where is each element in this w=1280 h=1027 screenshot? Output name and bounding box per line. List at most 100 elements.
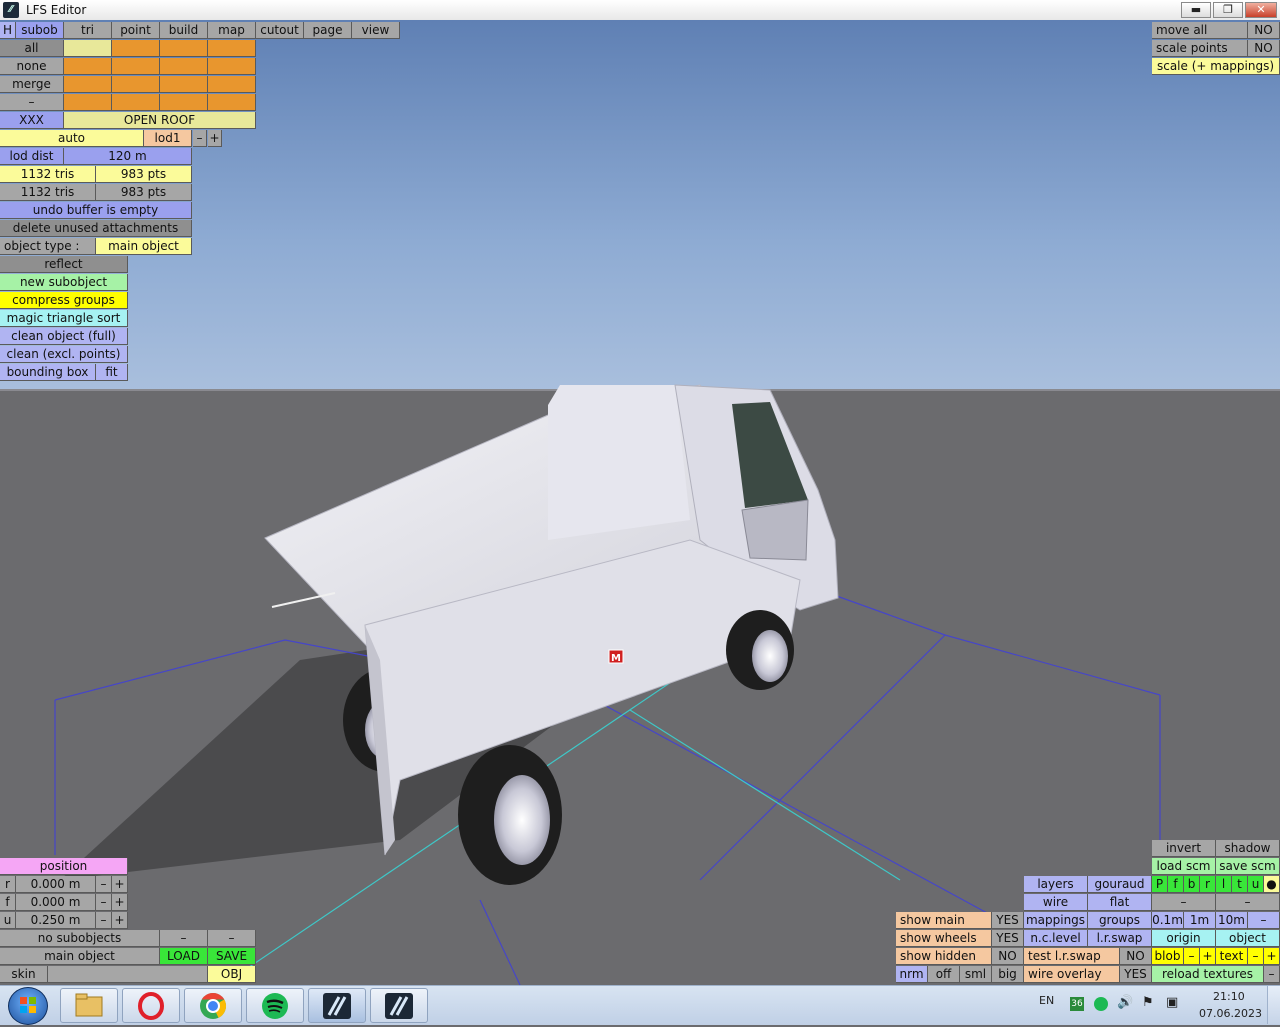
dash-button-2[interactable]: – [1216, 894, 1280, 911]
filter-cell[interactable] [160, 58, 208, 75]
show-hidden-value[interactable]: NO [992, 948, 1024, 965]
subobject-minus-button[interactable]: – [160, 930, 208, 947]
clock-date[interactable]: 07.06.2023 [1199, 1007, 1262, 1020]
position-u-minus[interactable]: – [96, 912, 112, 929]
clean-excl-points-button[interactable]: clean (excl. points) [0, 346, 128, 363]
undo-buffer-status[interactable]: undo buffer is empty [0, 202, 192, 219]
big-button[interactable]: big [992, 966, 1024, 983]
scale-points-label[interactable]: scale points [1152, 40, 1248, 57]
wire-overlay-value[interactable]: YES [1120, 966, 1152, 983]
close-button[interactable]: ✕ [1245, 2, 1277, 18]
taskbar-opera[interactable] [122, 988, 180, 1023]
filter-merge[interactable]: merge [0, 76, 64, 93]
3d-viewport[interactable]: M [0, 20, 1280, 985]
nc-level-button[interactable]: n.c.level [1024, 930, 1088, 947]
position-r-plus[interactable]: + [112, 876, 128, 893]
compress-groups-button[interactable]: compress groups [0, 292, 128, 309]
fit-button[interactable]: fit [96, 364, 128, 381]
clock-time[interactable]: 21:10 [1213, 990, 1245, 1003]
move-all-label[interactable]: move all [1152, 22, 1248, 39]
channel-p[interactable]: P [1152, 876, 1168, 893]
filter-cell[interactable] [64, 58, 112, 75]
filter-cell[interactable] [208, 94, 256, 111]
taskbar-lfs-editor[interactable] [370, 988, 428, 1023]
lod-auto-button[interactable]: auto [0, 130, 144, 147]
channel-f[interactable]: f [1168, 876, 1184, 893]
wire-button[interactable]: wire [1024, 894, 1088, 911]
restore-button[interactable]: ❐ [1213, 2, 1243, 18]
nrm-button[interactable]: nrm [896, 966, 928, 983]
load-scm-button[interactable]: load scm [1152, 858, 1216, 875]
object-type-value[interactable]: main object [96, 238, 192, 255]
filter-all[interactable]: all [0, 40, 64, 57]
text-plus-button[interactable]: + [1264, 948, 1280, 965]
skin-field[interactable] [48, 966, 208, 983]
filter-dash[interactable]: – [0, 94, 64, 111]
filter-cell[interactable] [160, 76, 208, 93]
position-f-plus[interactable]: + [112, 894, 128, 911]
reflect-button[interactable]: reflect [0, 256, 128, 273]
groups-button[interactable]: groups [1088, 912, 1152, 929]
language-indicator[interactable]: EN [1039, 994, 1054, 1007]
channel-b[interactable]: b [1184, 876, 1200, 893]
filter-cell[interactable] [160, 94, 208, 111]
channel-t[interactable]: t [1232, 876, 1248, 893]
shadow-button[interactable]: shadow [1216, 840, 1280, 857]
lod-dist-value[interactable]: 120 m [64, 148, 192, 165]
subobject-minus-button-2[interactable]: – [208, 930, 256, 947]
help-button[interactable]: H [0, 22, 16, 39]
minimize-button[interactable]: ▬ [1181, 2, 1211, 18]
lod-minus-button[interactable]: – [193, 130, 207, 147]
filter-none[interactable]: none [0, 58, 64, 75]
scale-mappings-button[interactable]: scale (+ mappings) [1152, 58, 1280, 75]
flat-button[interactable]: flat [1088, 894, 1152, 911]
object-button[interactable]: object [1216, 930, 1280, 947]
tray-spotify-icon[interactable] [1094, 997, 1108, 1011]
taskbar-spotify[interactable] [246, 988, 304, 1023]
lod-plus-button[interactable]: + [208, 130, 222, 147]
taskbar-lfs[interactable] [308, 988, 366, 1023]
save-scm-button[interactable]: save scm [1216, 858, 1280, 875]
filter-cell[interactable] [160, 40, 208, 57]
filter-cell[interactable] [64, 94, 112, 111]
test-lr-swap-label[interactable]: test l.r.swap [1024, 948, 1120, 965]
origin-button[interactable]: origin [1152, 930, 1216, 947]
filter-cell[interactable] [64, 40, 112, 57]
network-icon[interactable]: ▣ [1166, 995, 1178, 1010]
show-main-label[interactable]: show main [896, 912, 992, 929]
mappings-button[interactable]: mappings [1024, 912, 1088, 929]
position-r-value[interactable]: 0.000 m [16, 876, 96, 893]
filter-cell[interactable] [112, 58, 160, 75]
move-all-value[interactable]: NO [1248, 22, 1280, 39]
sml-button[interactable]: sml [960, 966, 992, 983]
blob-minus-button[interactable]: – [1184, 948, 1200, 965]
taskbar-chrome[interactable] [184, 988, 242, 1023]
show-wheels-value[interactable]: YES [992, 930, 1024, 947]
step-0-1m-button[interactable]: 0.1m [1152, 912, 1184, 929]
magic-triangle-sort-button[interactable]: magic triangle sort [0, 310, 128, 327]
filter-cell[interactable] [64, 76, 112, 93]
filter-cell[interactable] [112, 76, 160, 93]
channel-r[interactable]: r [1200, 876, 1216, 893]
start-button[interactable] [8, 987, 48, 1025]
invert-button[interactable]: invert [1152, 840, 1216, 857]
wire-overlay-label[interactable]: wire overlay [1024, 966, 1120, 983]
position-u-plus[interactable]: + [112, 912, 128, 929]
flag-icon[interactable]: ⚑ [1142, 995, 1154, 1010]
position-f-value[interactable]: 0.000 m [16, 894, 96, 911]
channel-l[interactable]: l [1216, 876, 1232, 893]
bounding-box-button[interactable]: bounding box [0, 364, 96, 381]
obj-button[interactable]: OBJ [208, 966, 256, 983]
scale-points-value[interactable]: NO [1248, 40, 1280, 57]
filter-cell[interactable] [208, 40, 256, 57]
taskbar-explorer[interactable] [60, 988, 118, 1023]
show-wheels-label[interactable]: show wheels [896, 930, 992, 947]
show-hidden-label[interactable]: show hidden [896, 948, 992, 965]
load-button[interactable]: LOAD [160, 948, 208, 965]
tray-badge-icon[interactable]: 36 [1070, 997, 1084, 1011]
xxx-button[interactable]: XXX [0, 112, 64, 129]
tab-cutout[interactable]: cutout [256, 22, 304, 39]
dash-button[interactable]: – [1152, 894, 1216, 911]
off-button[interactable]: off [928, 966, 960, 983]
show-desktop-button[interactable] [1267, 986, 1280, 1024]
